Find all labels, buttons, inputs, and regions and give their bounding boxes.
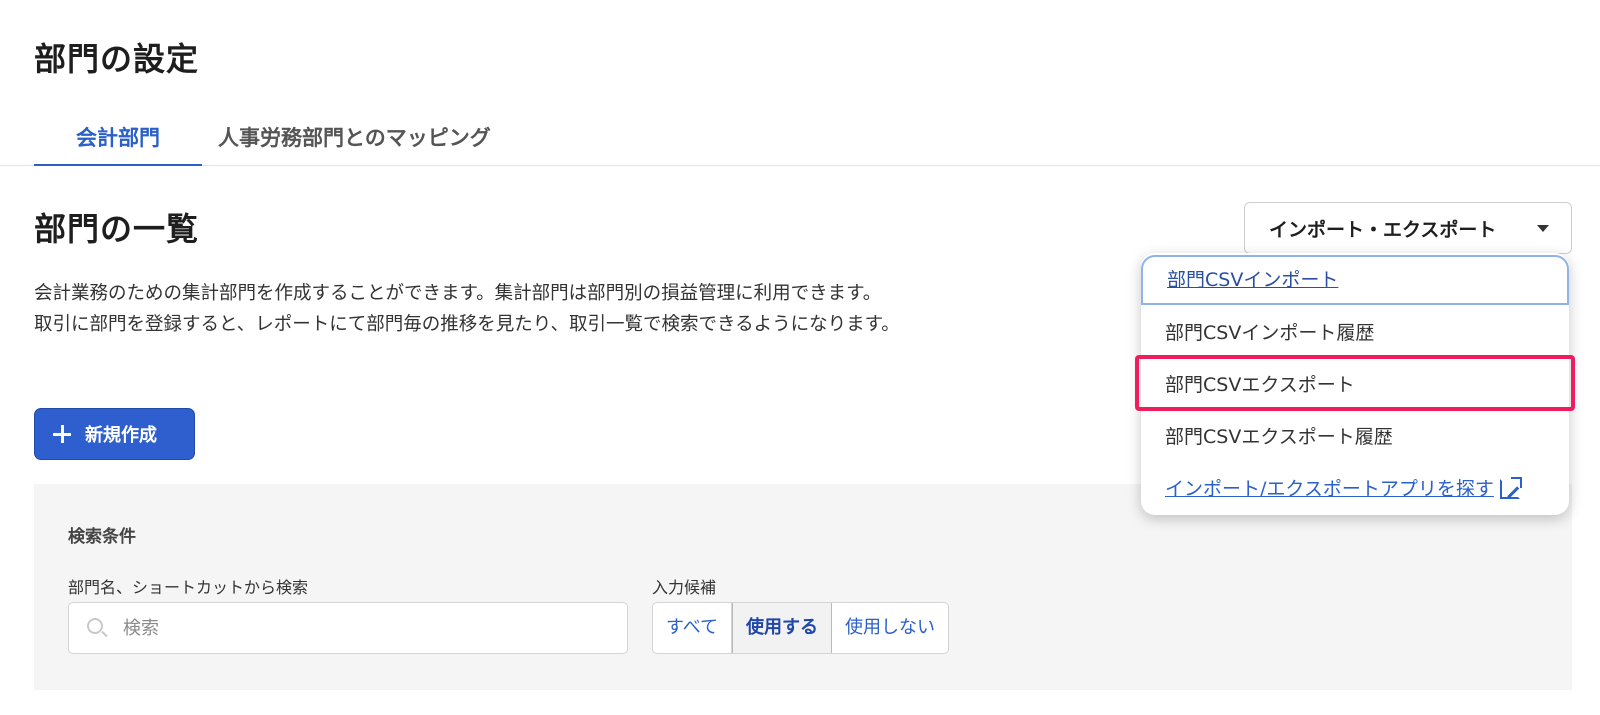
candidate-option-unused[interactable]: 使用しない xyxy=(832,603,948,653)
search-icon xyxy=(87,618,103,634)
plus-icon xyxy=(53,425,71,443)
import-export-label: インポート・エクスポート xyxy=(1269,218,1497,241)
candidate-option-all[interactable]: すべて xyxy=(653,603,733,653)
search-panel-title: 検索条件 xyxy=(68,527,136,547)
menu-item-csv-import[interactable]: 部門CSVインポート xyxy=(1141,255,1569,305)
candidate-label: 入力候補 xyxy=(652,578,717,597)
search-input-wrap xyxy=(68,602,628,654)
tab-hr-mapping[interactable]: 人事労務部門とのマッピング xyxy=(202,116,532,166)
candidate-segmented-control: すべて 使用する 使用しない xyxy=(652,602,950,654)
menu-item-csv-import-history[interactable]: 部門CSVインポート履歴 xyxy=(1141,307,1569,359)
menu-item-csv-export[interactable]: 部門CSVエクスポート xyxy=(1141,359,1569,411)
menu-item-find-apps[interactable]: インポート/エクスポートアプリを探す xyxy=(1141,463,1569,515)
search-name-label: 部門名、ショートカットから検索 xyxy=(68,578,309,597)
find-apps-label: インポート/エクスポートアプリを探す xyxy=(1165,478,1494,500)
search-input[interactable] xyxy=(123,603,613,653)
section-description: 会計業務のための集計部門を作成することができます。集計部門は部門別の損益管理に利… xyxy=(34,278,900,340)
menu-item-csv-export-history[interactable]: 部門CSVエクスポート履歴 xyxy=(1141,411,1569,463)
candidate-option-used[interactable]: 使用する xyxy=(732,603,833,653)
import-export-button[interactable]: インポート・エクスポート xyxy=(1244,202,1572,254)
tab-accounting-departments[interactable]: 会計部門 xyxy=(34,116,202,166)
tab-bar: 会計部門 人事労務部門とのマッピング xyxy=(0,116,1600,166)
external-link-icon xyxy=(1499,477,1522,499)
description-line-2: 取引に部門を登録すると、レポートにて部門毎の推移を見たり、取引一覧で検索できるよ… xyxy=(34,314,900,335)
section-title: 部門の一覧 xyxy=(34,210,200,248)
import-export-menu: 部門CSVインポート 部門CSVインポート履歴 部門CSVエクスポート 部門CS… xyxy=(1135,253,1575,515)
page-title: 部門の設定 xyxy=(34,40,200,78)
chevron-down-icon xyxy=(1537,224,1549,232)
new-button-label: 新規作成 xyxy=(85,425,157,446)
new-department-button[interactable]: 新規作成 xyxy=(34,408,195,460)
description-line-1: 会計業務のための集計部門を作成することができます。集計部門は部門別の損益管理に利… xyxy=(34,283,882,304)
